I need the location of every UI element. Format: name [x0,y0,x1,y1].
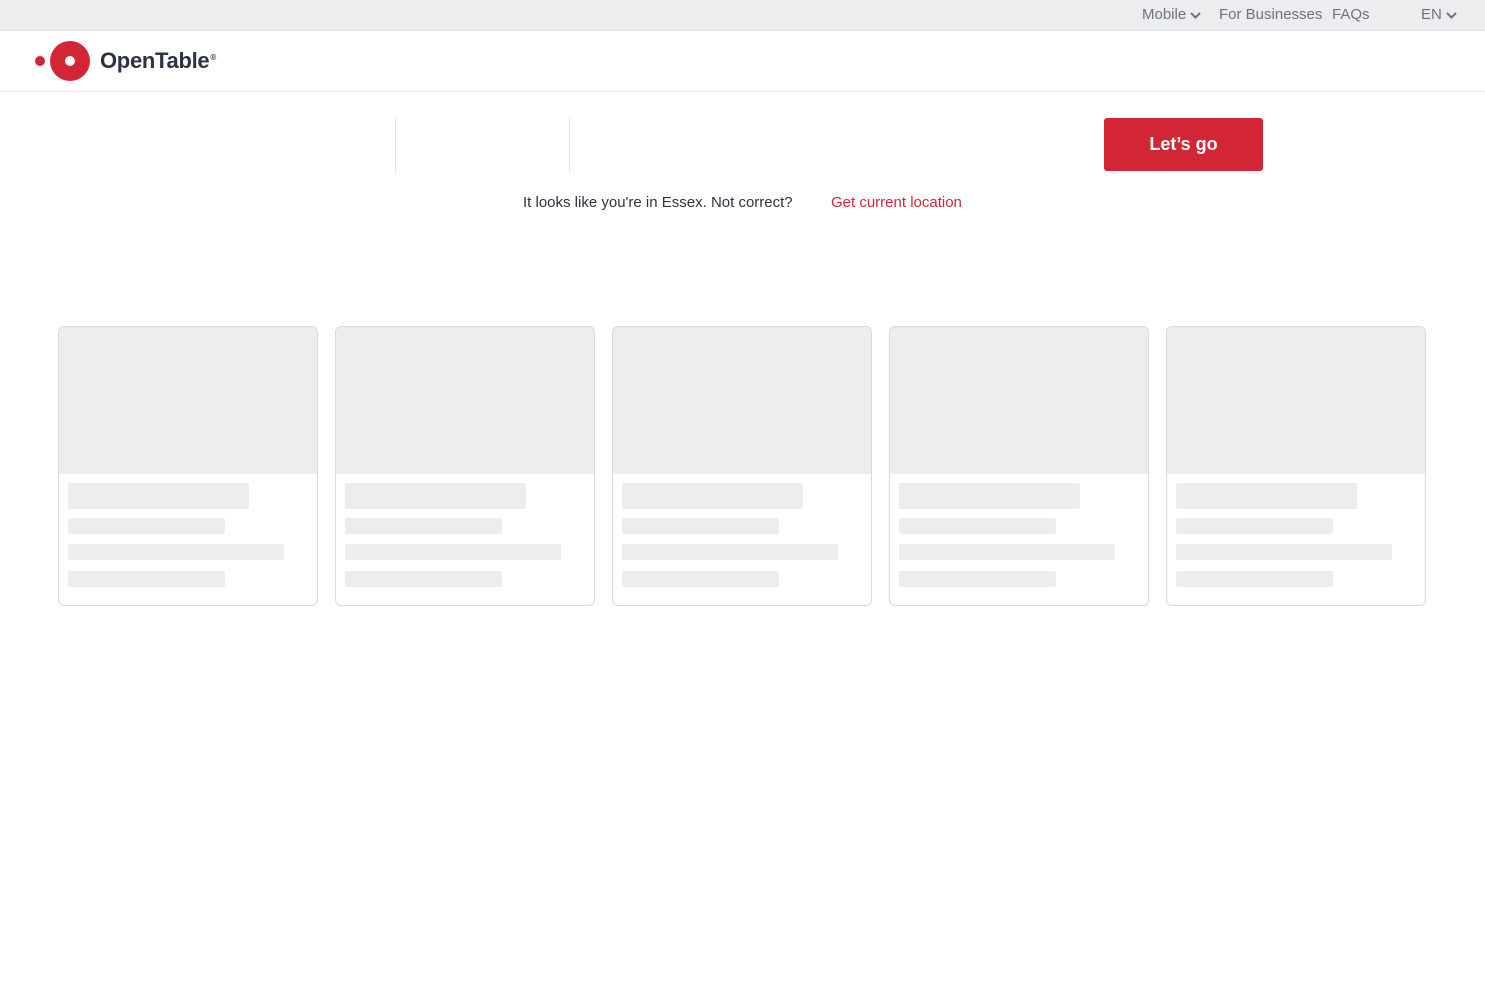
text-placeholder [345,571,502,587]
chevron-down-icon [1446,5,1457,25]
card-image-placeholder [59,327,317,474]
utility-bar: Mobile For Businesses FAQs EN [0,0,1485,31]
card-image-placeholder [1167,327,1425,474]
text-placeholder [68,518,225,534]
restaurant-card-skeleton[interactable] [58,326,318,606]
logo-wordmark: OpenTable® [100,48,216,73]
search-input[interactable] [570,118,1090,172]
lets-go-button[interactable]: Let’s go [1104,118,1263,171]
location-message: It looks like you're in Essex. Not corre… [523,194,793,211]
title-placeholder [899,483,1080,509]
text-placeholder [1176,518,1333,534]
text-placeholder [899,518,1056,534]
mobile-menu-label: Mobile [1142,6,1187,23]
faqs-link[interactable]: FAQs [1332,5,1370,25]
restaurant-cards [58,326,1427,606]
text-placeholder [68,571,225,587]
for-businesses-link[interactable]: For Businesses [1219,5,1322,25]
text-placeholder [899,571,1056,587]
text-placeholder [622,544,838,560]
card-image-placeholder [613,327,871,474]
restaurant-card-skeleton[interactable] [1166,326,1426,606]
title-placeholder [622,483,803,509]
restaurant-card-skeleton[interactable] [612,326,872,606]
card-image-placeholder [336,327,594,474]
text-placeholder [1176,571,1333,587]
search-bar: Let’s go [0,118,1485,172]
language-label: EN [1421,6,1442,23]
location-notice: It looks like you're in Essex. Not corre… [0,193,1485,213]
time-picker[interactable] [396,118,569,172]
opentable-logo-icon [35,41,90,81]
text-placeholder [345,544,561,560]
text-placeholder [622,571,779,587]
restaurant-card-skeleton[interactable] [335,326,595,606]
site-header: OpenTable® [0,31,1485,92]
text-placeholder [622,518,779,534]
get-current-location-link[interactable]: Get current location [831,193,962,213]
chevron-down-icon [1190,5,1201,25]
title-placeholder [345,483,526,509]
restaurant-card-skeleton[interactable] [889,326,1149,606]
text-placeholder [899,544,1115,560]
title-placeholder [1176,483,1357,509]
mobile-menu[interactable]: Mobile [1142,5,1201,25]
card-image-placeholder [890,327,1148,474]
date-picker[interactable] [60,118,395,172]
text-placeholder [1176,544,1392,560]
title-placeholder [68,483,249,509]
text-placeholder [345,518,502,534]
language-selector[interactable]: EN [1421,5,1457,25]
opentable-logo[interactable]: OpenTable® [33,40,216,82]
text-placeholder [68,544,284,560]
